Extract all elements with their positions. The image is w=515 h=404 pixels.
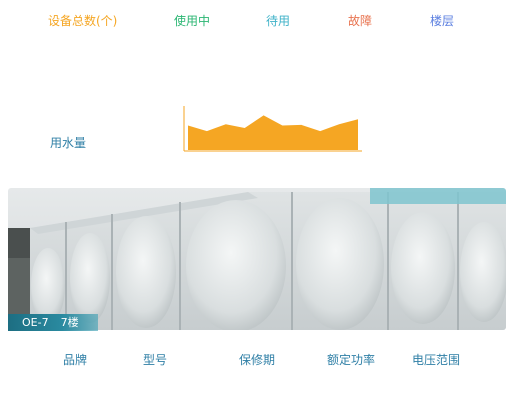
- in-use-label: 使用中: [174, 14, 211, 28]
- standby-label: 待用: [266, 14, 291, 28]
- rated-power-label: 额定功率: [327, 353, 376, 367]
- usage-area: [188, 115, 358, 150]
- model-label: 型号: [143, 353, 168, 367]
- water-usage-chart: [183, 106, 362, 152]
- water-tank-photo: [8, 188, 506, 330]
- tank-monitor-panel: 设备总数(个) 使用中 待用 故障 楼层 用水量 OE-7 7楼 品牌 型号 保…: [0, 0, 515, 404]
- tank-floor: 7楼: [60, 316, 79, 329]
- water-usage-label: 用水量: [50, 136, 87, 150]
- fault-label: 故障: [348, 14, 373, 28]
- floor-label: 楼层: [430, 14, 455, 28]
- tank-id: OE-7: [22, 316, 49, 329]
- brand-label: 品牌: [63, 353, 88, 367]
- voltage-range-label: 电压范围: [412, 353, 461, 367]
- device-total-label: 设备总数(个): [48, 14, 118, 28]
- chart-series-area: [187, 115, 359, 150]
- warranty-label: 保修期: [239, 353, 276, 367]
- tank-id-tag: OE-7 7楼: [8, 314, 98, 331]
